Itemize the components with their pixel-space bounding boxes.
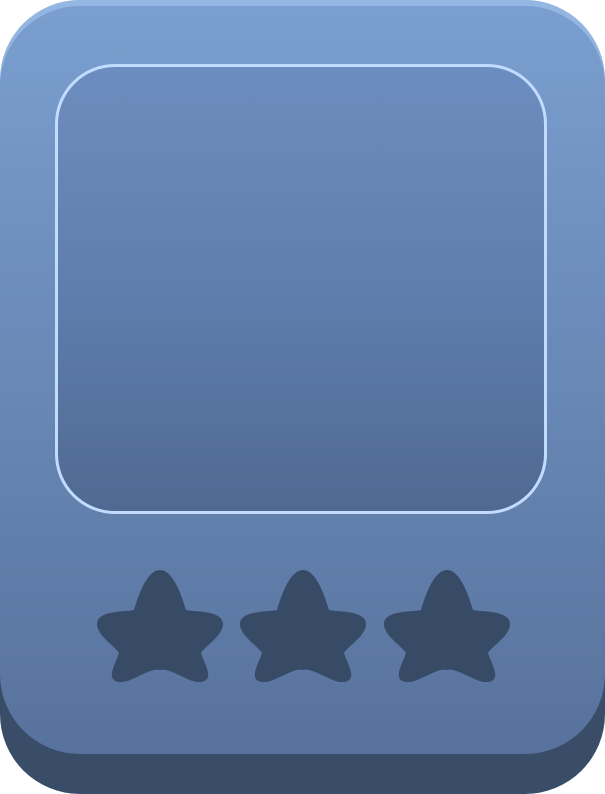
star-icon xyxy=(95,560,225,690)
card-art-window xyxy=(55,64,547,514)
star-icon xyxy=(382,560,512,690)
star-icon xyxy=(238,560,368,690)
star-rating xyxy=(0,560,605,690)
game-card[interactable] xyxy=(0,0,605,794)
